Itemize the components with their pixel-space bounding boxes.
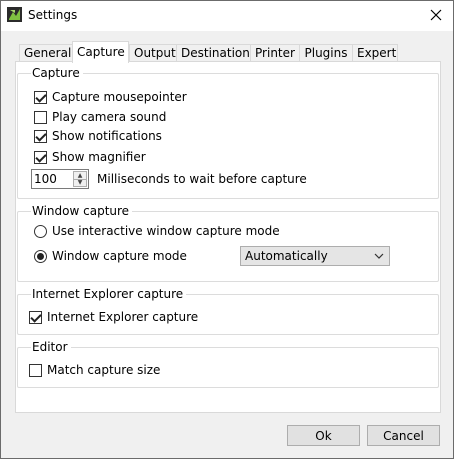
play-camera-sound-option[interactable]: Play camera sound [34, 109, 166, 125]
capture-mousepointer-label: Capture mousepointer [52, 90, 187, 104]
capture-group-title: Capture [31, 66, 83, 80]
capture-delay-value[interactable]: 100 [34, 172, 57, 186]
window-capture-mode-label: Window capture mode [52, 249, 187, 263]
window-title: Settings [28, 8, 78, 22]
interactive-window-capture-option[interactable]: Use interactive window capture mode [34, 223, 280, 239]
window-capture-mode-option[interactable]: Window capture mode [34, 248, 187, 264]
play-camera-sound-label: Play camera sound [52, 110, 167, 124]
show-notifications-checkbox[interactable] [34, 129, 47, 143]
spinner-buttons: ▲ ▼ [73, 171, 87, 187]
show-magnifier-checkbox[interactable] [34, 150, 47, 164]
window-capture-group-title: Window capture [31, 204, 133, 218]
window-capture-mode-select[interactable]: Automatically [240, 246, 390, 266]
capture-delay-spinner[interactable]: 100 ▲ ▼ [31, 169, 89, 189]
capture-mousepointer-option[interactable]: Capture mousepointer [34, 89, 187, 105]
match-capture-size-label: Match capture size [47, 363, 161, 377]
ie-capture-label: Internet Explorer capture [47, 310, 199, 324]
capture-mousepointer-checkbox[interactable] [34, 90, 47, 104]
match-capture-size-option[interactable]: Match capture size [29, 362, 160, 378]
match-capture-size-checkbox[interactable] [29, 363, 42, 377]
settings-window: Settings General Capture Output Destinat… [0, 0, 454, 459]
show-notifications-option[interactable]: Show notifications [34, 128, 162, 144]
play-camera-sound-checkbox[interactable] [34, 110, 47, 124]
spin-up-icon[interactable]: ▲ [74, 172, 86, 179]
close-button[interactable] [419, 1, 453, 29]
show-magnifier-label: Show magnifier [52, 150, 146, 164]
tab-strip: General Capture Output Destination Print… [15, 41, 441, 63]
close-icon [430, 9, 442, 21]
tab-capture[interactable]: Capture [72, 41, 129, 63]
greenshot-app-icon [7, 7, 22, 22]
show-magnifier-option[interactable]: Show magnifier [34, 149, 146, 165]
ie-capture-group-title: Internet Explorer capture [31, 287, 187, 301]
cancel-button[interactable]: Cancel [367, 425, 440, 446]
ie-capture-checkbox[interactable] [29, 310, 42, 324]
spin-down-icon[interactable]: ▼ [74, 179, 86, 186]
capture-delay-label: Milliseconds to wait before capture [97, 171, 307, 187]
show-notifications-label: Show notifications [52, 129, 162, 143]
window-capture-mode-value: Automatically [245, 249, 328, 263]
editor-group-title: Editor [31, 340, 71, 354]
capture-delay-text: Milliseconds to wait before capture [97, 172, 307, 186]
interactive-window-capture-label: Use interactive window capture mode [52, 224, 280, 238]
window-capture-mode-radio[interactable] [34, 249, 47, 263]
chevron-down-icon [374, 253, 384, 259]
ok-button[interactable]: Ok [287, 425, 360, 446]
ie-capture-option[interactable]: Internet Explorer capture [29, 309, 198, 325]
title-bar: Settings [1, 1, 453, 31]
interactive-window-capture-radio[interactable] [34, 224, 47, 238]
